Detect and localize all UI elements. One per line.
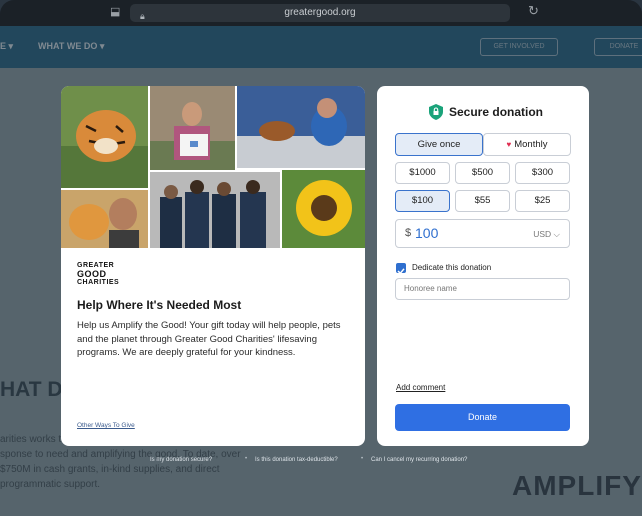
amount-value[interactable]: 100 [415,225,438,241]
cat-man-photo [61,190,148,248]
amount-option-selected[interactable]: $100 [395,190,450,212]
currency-label: USD [533,229,552,239]
secure-shield-icon [429,104,443,120]
currency-select[interactable]: USD ⌵ [533,229,560,240]
shield-icon[interactable]: ⬓ [110,5,120,18]
other-ways-link[interactable]: Other Ways To Give [77,422,135,429]
campaign-description: Help us Amplify the Good! Your gift toda… [77,320,341,358]
app-window: ⬓ 🔒︎ greatergood.org ↻ E ▾ WHAT WE DO ▾ … [0,0,642,516]
logo-line: GOOD [77,269,107,279]
add-comment-link[interactable]: Add comment [396,383,445,392]
dedicate-label[interactable]: Dedicate this donation [412,263,491,272]
reload-icon[interactable]: ↻ [528,3,539,19]
heart-icon: ♥ [506,140,512,149]
sunflower-photo [282,170,365,248]
volunteer-box-photo [150,86,235,170]
volunteers-group-photo [150,172,280,248]
browser-toolbar: ⬓ 🔒︎ greatergood.org ↻ [0,0,642,26]
checkmark-icon [397,268,405,275]
campaign-card: GREATER GOOD CHARITIES Help Where It's N… [61,86,365,446]
chevron-down-icon: ⌵ [551,229,560,239]
logo-line: CHARITIES [77,279,120,286]
url-text: greatergood.org [284,7,356,18]
donation-form: Secure donation Give once ♥ Monthly $1000… [377,86,589,446]
honoree-name-input[interactable]: Honoree name [395,278,570,300]
amount-option[interactable]: $55 [455,190,510,212]
dedicate-checkbox[interactable] [396,263,406,275]
faq-link-secure[interactable]: Is my donation secure? [150,457,212,463]
dog-vet-photo [237,86,365,168]
greater-good-logo: GREATER GOOD CHARITIES [77,262,120,287]
amount-option[interactable]: $25 [515,190,570,212]
tiger-photo [61,86,148,188]
give-once-tab[interactable]: Give once [395,133,483,156]
separator-dot: • [361,456,364,462]
amount-option[interactable]: $500 [455,162,510,184]
faq-link-cancel[interactable]: Can I cancel my recurring donation? [371,457,467,463]
secure-donation-label: Secure donation [449,105,544,119]
address-bar[interactable]: 🔒︎ greatergood.org [130,4,510,22]
lock-icon: 🔒︎ [140,11,145,21]
separator-dot: • [245,456,248,462]
custom-amount-input[interactable]: $ 100 USD ⌵ [395,219,570,248]
donate-button[interactable]: Donate [395,404,570,431]
currency-symbol: $ [405,227,412,239]
monthly-label: Monthly [514,139,548,150]
faq-link-tax[interactable]: Is this donation tax-deductible? [255,457,338,463]
amount-option[interactable]: $300 [515,162,570,184]
amount-option[interactable]: $1000 [395,162,450,184]
monthly-tab[interactable]: ♥ Monthly [483,133,571,156]
campaign-title: Help Where It's Needed Most [77,298,242,312]
